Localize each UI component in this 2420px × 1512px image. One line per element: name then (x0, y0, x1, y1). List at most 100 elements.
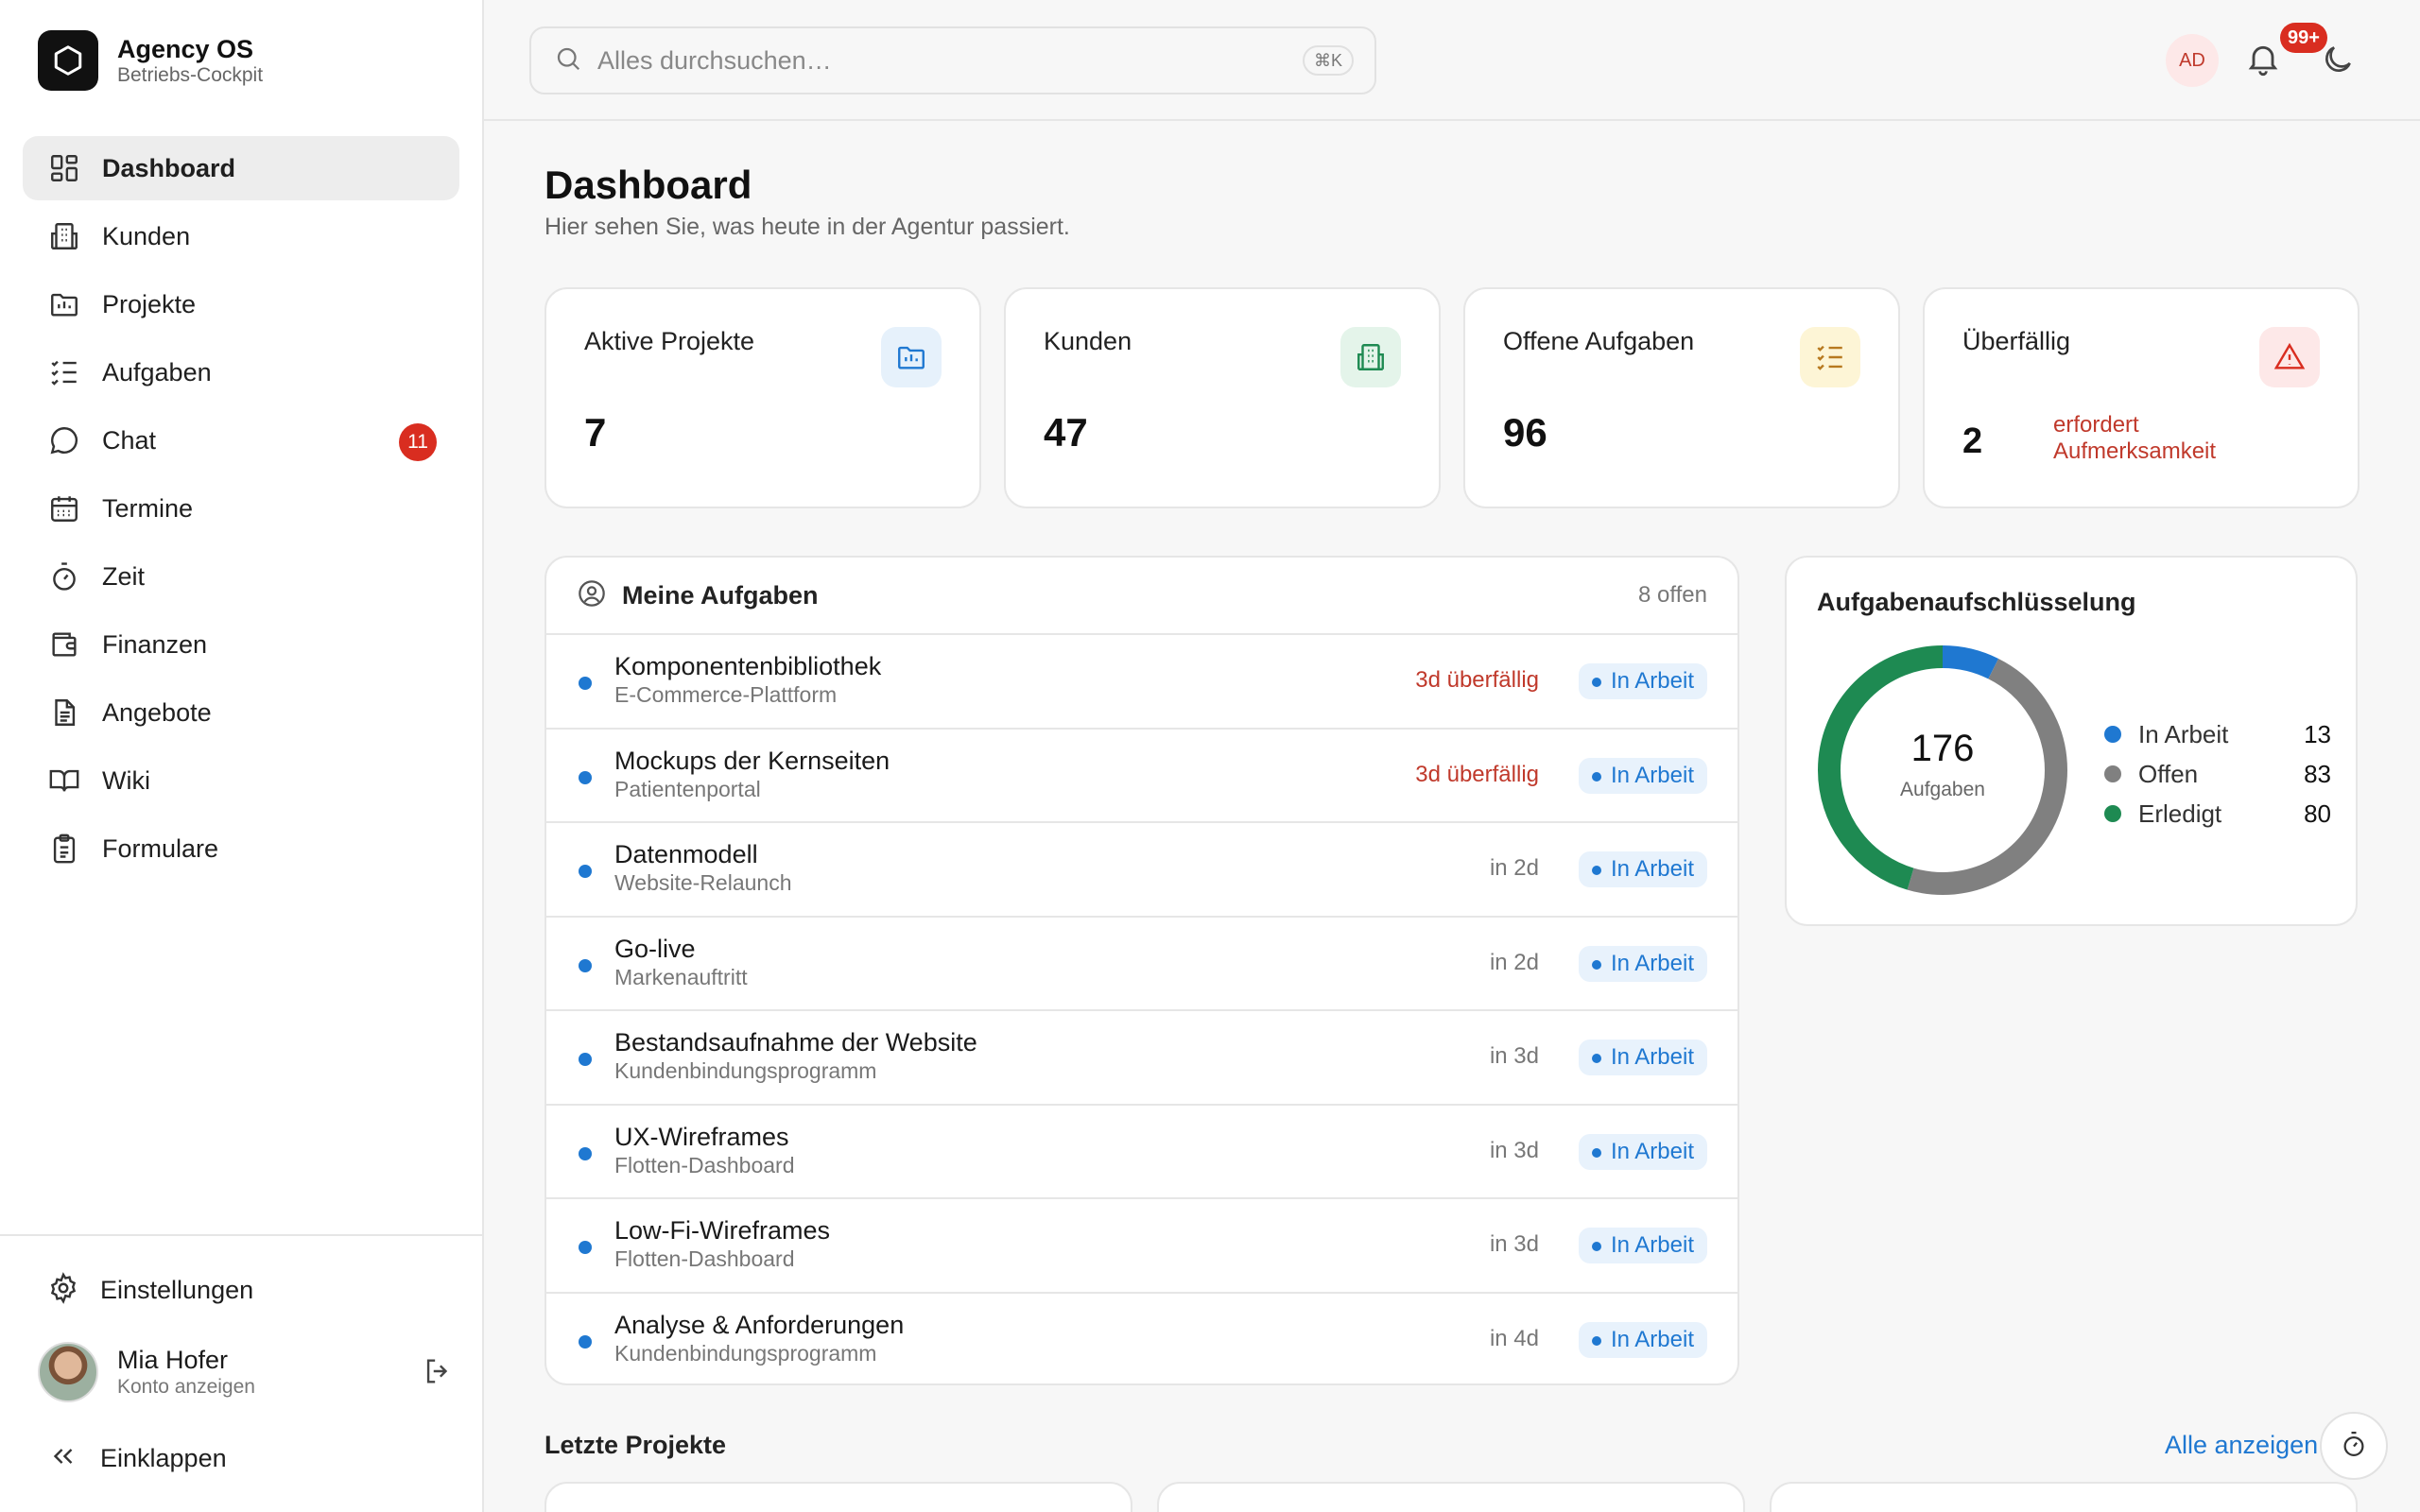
kpi-card-active-projects[interactable]: Aktive Projekte 7 (544, 287, 981, 508)
book-icon (47, 764, 81, 798)
task-row[interactable]: Mockups der Kernseiten Patientenportal 3d … (546, 730, 1737, 823)
sidebar-item-finanzen[interactable]: Finanzen (23, 612, 459, 677)
sidebar-item-angebote[interactable]: Angebote (23, 680, 459, 745)
settings-label: Einstellungen (100, 1276, 254, 1304)
task-status-badge: In Arbeit (1578, 945, 1707, 982)
timer-icon (47, 559, 81, 593)
task-row[interactable]: Bestandsaufnahme der Website Kundenbindun… (546, 1011, 1737, 1106)
task-status-badge: In Arbeit (1578, 757, 1707, 794)
task-due: in 3d (1489, 1043, 1539, 1069)
task-list: Komponentenbibliothek E-Commerce-Plattfor… (546, 635, 1737, 1384)
task-status-dot (579, 1053, 592, 1066)
building-icon (1340, 327, 1401, 387)
list-check-icon (1800, 327, 1860, 387)
brand-name: Agency OS (117, 35, 254, 63)
recent-project-card[interactable] (1770, 1482, 2358, 1512)
task-row[interactable]: Go-live Markenauftritt in 2d In Arbeit (546, 918, 1737, 1011)
task-name: Mockups der Kernseiten (614, 746, 890, 775)
page-title: Dashboard (544, 163, 752, 207)
recent-projects-title: Letzte Projekte (544, 1431, 727, 1459)
bell-icon[interactable] (2244, 40, 2282, 82)
task-due: in 3d (1489, 1231, 1539, 1257)
hexagon-logo-icon (38, 30, 98, 91)
sidebar-item-label: Kunden (102, 221, 191, 250)
task-status-dot (579, 1146, 592, 1160)
task-name: Analyse & Anforderungen (614, 1310, 905, 1339)
kpi-card-open-tasks[interactable]: Offene Aufgaben 96 (1463, 287, 1900, 508)
search-icon (554, 44, 582, 77)
kpi-label: Überfällig (1962, 327, 2071, 355)
sidebar-item-formulare[interactable]: Formulare (23, 816, 459, 881)
search-input[interactable]: Alles durchsuchen… ⌘K (529, 26, 1376, 94)
recent-project-card[interactable] (544, 1482, 1132, 1512)
sidebar-item-termine[interactable]: Termine (23, 476, 459, 541)
task-status-badge: In Arbeit (1578, 663, 1707, 699)
my-tasks-count: 8 offen (1638, 582, 1707, 608)
task-project: Markenauftritt (614, 964, 748, 989)
kpi-card-overdue[interactable]: Überfällig 2 erfordert Aufmerksamkeit (1923, 287, 2360, 508)
task-name: UX-Wireframes (614, 1122, 789, 1151)
legend-dot (2104, 765, 2121, 782)
sidebar-item-aufgaben[interactable]: Aufgaben (23, 340, 459, 404)
sidebar-item-label: Wiki (102, 765, 150, 795)
legend-label: Offen (2138, 759, 2199, 788)
brand[interactable]: Agency OS Betriebs-Cockpit (38, 30, 263, 91)
task-name: Bestandsaufnahme der Website (614, 1028, 977, 1057)
kpi-card-clients[interactable]: Kunden 47 (1004, 287, 1441, 508)
task-status-badge: In Arbeit (1578, 851, 1707, 887)
sidebar-item-label: Termine (102, 493, 194, 523)
sidebar-item-label: Zeit (102, 561, 146, 591)
wallet-icon (47, 627, 81, 662)
collapse-sidebar-button[interactable]: Einklappen (47, 1440, 227, 1477)
task-status-dot (579, 1241, 592, 1254)
sidebar-item-dashboard[interactable]: Dashboard (23, 136, 459, 200)
sidebar-item-chat[interactable]: Chat 11 (23, 408, 459, 472)
kpi-label: Offene Aufgaben (1503, 327, 1695, 355)
chevrons-left-icon (47, 1440, 79, 1477)
user-account[interactable]: Mia Hofer Konto anzeigen (38, 1342, 454, 1402)
sidebar-nav: Dashboard Kunden Projekte Aufgaben Chat … (23, 136, 459, 885)
task-name: Datenmodell (614, 840, 758, 868)
gear-icon (47, 1272, 79, 1309)
task-status-dot (579, 677, 592, 690)
task-project: Patientenportal (614, 776, 761, 801)
sidebar-item-projekte[interactable]: Projekte (23, 272, 459, 336)
search-shortcut-hint: ⌘K (1302, 45, 1354, 76)
settings-button[interactable]: Einstellungen (47, 1272, 253, 1309)
sidebar-item-zeit[interactable]: Zeit (23, 544, 459, 609)
task-row[interactable]: UX-Wireframes Flotten-Dashboard in 3d In Ar… (546, 1106, 1737, 1199)
timer-button[interactable] (2320, 1412, 2388, 1480)
kpi-value: 47 (1044, 410, 1088, 455)
donut-caption: Aufgaben (1900, 779, 1985, 800)
sidebar-item-kunden[interactable]: Kunden (23, 204, 459, 268)
folder-chart-icon (47, 287, 81, 321)
sidebar-item-wiki[interactable]: Wiki (23, 748, 459, 813)
legend-value: 80 (2304, 799, 2331, 828)
search-placeholder: Alles durchsuchen… (597, 45, 832, 75)
logout-icon[interactable] (422, 1355, 454, 1392)
legend-label: Erledigt (2138, 799, 2222, 828)
task-status-dot (579, 865, 592, 878)
legend-dot (2104, 805, 2121, 822)
recent-project-card[interactable] (1157, 1482, 1745, 1512)
avatar (38, 1342, 98, 1402)
task-due: 3d überfällig (1415, 667, 1539, 693)
view-all-projects-link[interactable]: Alle anzeigen (2165, 1431, 2318, 1460)
user-account-link[interactable]: Konto anzeigen (117, 1375, 255, 1400)
collapse-label: Einklappen (100, 1444, 227, 1472)
sidebar-item-label: Chat (102, 425, 157, 455)
task-row[interactable]: Low-Fi-Wireframes Flotten-Dashboard in 3d I… (546, 1199, 1737, 1294)
task-row[interactable]: Datenmodell Website-Relaunch in 2d In Arbei… (546, 823, 1737, 918)
folder-chart-icon (881, 327, 942, 387)
sidebar-item-label: Projekte (102, 289, 197, 318)
building-icon (47, 219, 81, 253)
task-status-badge: In Arbeit (1578, 1040, 1707, 1075)
task-row[interactable]: Analyse & Anforderungen Kundenbindungspro… (546, 1294, 1737, 1384)
my-tasks-header: Meine Aufgaben 8 offen (546, 558, 1737, 635)
donut-total: 176 (1910, 728, 1975, 769)
moon-icon[interactable] (2320, 42, 2356, 82)
sidebar-item-label: Dashboard (102, 153, 236, 182)
task-row[interactable]: Komponentenbibliothek E-Commerce-Plattfor… (546, 635, 1737, 730)
sidebar-item-label: Formulare (102, 833, 219, 863)
avatar[interactable]: AD (2166, 34, 2219, 87)
